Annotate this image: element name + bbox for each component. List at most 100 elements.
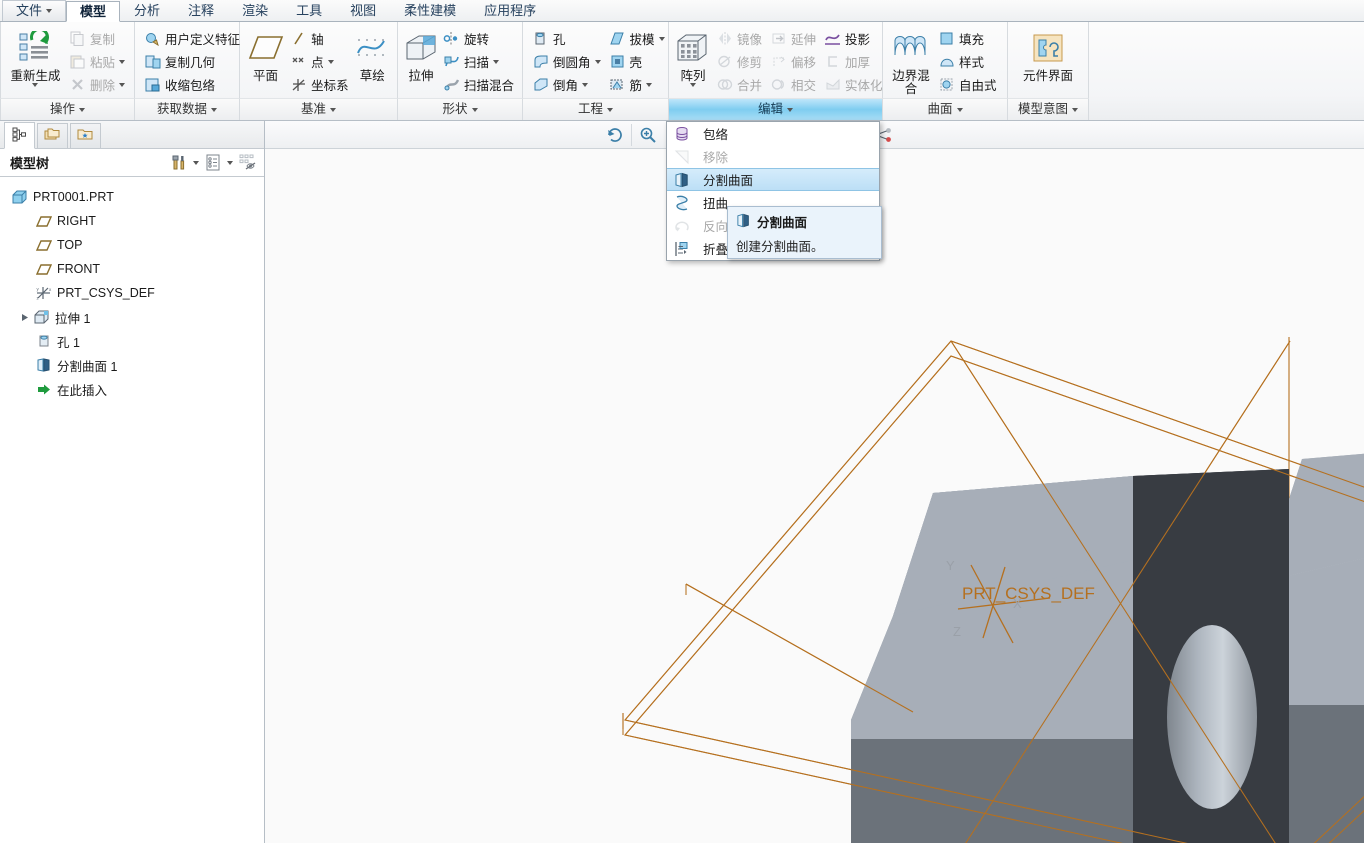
menu-item-remove[interactable]: 移除 <box>667 145 879 168</box>
chevron-down-icon[interactable] <box>690 83 696 87</box>
tools-dropdown-arrow[interactable] <box>190 152 202 174</box>
mirror-button[interactable]: 镜像 <box>712 27 766 50</box>
tree-item-right-plane[interactable]: RIGHT <box>0 209 264 233</box>
thicken-label: 加厚 <box>845 52 870 71</box>
surfaces-small-buttons: 填充 样式 自由式 <box>934 25 1001 96</box>
sweep-button[interactable]: 扫描 <box>439 50 518 73</box>
tab-tools[interactable]: 工具 <box>282 0 336 21</box>
tree-item-insert-here[interactable]: 在此插入 <box>0 377 264 401</box>
hole-button[interactable]: 孔 <box>528 27 605 50</box>
tab-model[interactable]: 模型 <box>66 1 120 22</box>
tab-annotate-label: 注释 <box>188 3 214 18</box>
tab-view[interactable]: 视图 <box>336 0 390 21</box>
group-label-editing[interactable]: 编辑 <box>669 98 883 120</box>
extrude-button[interactable]: 拉伸 <box>403 25 439 97</box>
tab-flexible-modeling[interactable]: 柔性建模 <box>390 0 470 21</box>
datum-point-button[interactable]: 点 <box>286 50 353 73</box>
regenerate-button[interactable]: 重新生成 <box>6 25 65 97</box>
pattern-button[interactable]: 阵列 <box>674 25 712 97</box>
group-label-operations[interactable]: 操作 <box>0 98 135 120</box>
component-interface-button[interactable]: 元件界面 <box>1018 25 1078 97</box>
tree-item-csys[interactable]: yzx PRT_CSYS_DEF <box>0 281 264 305</box>
chevron-down-icon[interactable] <box>646 83 652 87</box>
shell-label: 壳 <box>630 52 643 71</box>
model-tree-tab[interactable] <box>4 122 35 149</box>
revolve-button[interactable]: 旋转 <box>439 27 518 50</box>
style-button[interactable]: 样式 <box>934 50 1001 73</box>
datum-csys-button[interactable]: 坐标系 <box>286 73 353 96</box>
group-label-get-data[interactable]: 获取数据 <box>135 98 240 120</box>
sketch-button[interactable]: 草绘 <box>353 25 392 97</box>
tab-file[interactable]: 文件 <box>2 0 66 21</box>
chevron-down-icon[interactable] <box>595 60 601 64</box>
group-label-shapes[interactable]: 形状 <box>398 98 523 120</box>
group-label-surfaces[interactable]: 曲面 <box>883 98 1008 120</box>
favorites-tab[interactable] <box>70 123 101 148</box>
csys-axis-y-label: Y <box>946 558 955 573</box>
editing-col-1: 镜像 修剪 合并 <box>712 25 766 96</box>
datum-plane-button[interactable]: 平面 <box>245 25 286 97</box>
chevron-down-icon[interactable] <box>328 60 334 64</box>
trim-button[interactable]: 修剪 <box>712 50 766 73</box>
repaint-button[interactable] <box>602 123 628 147</box>
chevron-down-icon[interactable] <box>582 83 588 87</box>
datum-axis-button[interactable]: 轴 <box>286 27 353 50</box>
delete-button[interactable]: 删除 <box>65 73 129 96</box>
group-label-datum[interactable]: 基准 <box>240 98 398 120</box>
datum-axis-label: 轴 <box>311 29 324 48</box>
freestyle-button[interactable]: 自由式 <box>934 73 1001 96</box>
list-dropdown-arrow[interactable] <box>224 152 236 174</box>
solidify-icon <box>824 76 841 93</box>
zoom-in-button[interactable] <box>635 123 661 147</box>
list-settings-icon[interactable] <box>202 152 224 174</box>
boundary-blend-button[interactable]: 边界混合 <box>888 25 934 97</box>
thicken-button[interactable]: 加厚 <box>820 50 887 73</box>
tree-filter-icon[interactable] <box>236 152 258 174</box>
rib-button[interactable]: 筋 <box>605 73 669 96</box>
round-button[interactable]: 倒圆角 <box>528 50 605 73</box>
extend-label: 延伸 <box>791 29 816 48</box>
menu-item-split-surface[interactable]: 分割曲面 <box>667 168 879 191</box>
tab-render[interactable]: 渲染 <box>228 0 282 21</box>
merge-button[interactable]: 合并 <box>712 73 766 96</box>
udf-button[interactable]: 用户定义特征 <box>140 27 244 50</box>
extend-button[interactable]: 延伸 <box>766 27 820 50</box>
datum-point-label: 点 <box>311 52 324 71</box>
group-label-model-intent[interactable]: 模型意图 <box>1008 98 1089 120</box>
shell-icon <box>609 53 626 70</box>
chamfer-button[interactable]: 倒角 <box>528 73 605 96</box>
tree-item-part[interactable]: PRT0001.PRT <box>0 185 264 209</box>
menu-item-wrap[interactable]: 包络 <box>667 122 879 145</box>
tree-item-split-surface-1[interactable]: 分割曲面 1 <box>0 353 264 377</box>
paste-button[interactable]: 粘贴 <box>65 50 129 73</box>
swept-blend-button[interactable]: 扫描混合 <box>439 73 518 96</box>
shell-button[interactable]: 壳 <box>605 50 669 73</box>
solidify-label: 实体化 <box>845 75 883 94</box>
tree-item-front-plane[interactable]: FRONT <box>0 257 264 281</box>
project-button[interactable]: 投影 <box>820 27 887 50</box>
chevron-down-icon[interactable] <box>493 60 499 64</box>
chevron-down-icon[interactable] <box>119 83 125 87</box>
tab-applications[interactable]: 应用程序 <box>470 0 550 21</box>
tree-item-extrude-1[interactable]: 拉伸 1 <box>0 305 264 329</box>
expander-collapsed-icon[interactable] <box>18 313 32 322</box>
draft-button[interactable]: 拔模 <box>605 27 669 50</box>
folder-browser-tab[interactable] <box>37 123 68 148</box>
copy-button[interactable]: 复制 <box>65 27 129 50</box>
shrinkwrap-button[interactable]: 收缩包络 <box>140 73 244 96</box>
chevron-down-icon[interactable] <box>119 60 125 64</box>
chevron-down-icon[interactable] <box>659 37 665 41</box>
copy-geometry-button[interactable]: 复制几何 <box>140 50 244 73</box>
tree-item-hole-1[interactable]: 孔 1 <box>0 329 264 353</box>
fill-button[interactable]: 填充 <box>934 27 1001 50</box>
group-label-engineering[interactable]: 工程 <box>523 98 669 120</box>
tab-annotate[interactable]: 注释 <box>174 0 228 21</box>
left-panel: 模型树 PRT0001.PRT <box>0 121 265 843</box>
offset-button[interactable]: 偏移 <box>766 50 820 73</box>
tools-icon[interactable] <box>168 152 190 174</box>
tab-analysis[interactable]: 分析 <box>120 0 174 21</box>
tree-item-top-plane[interactable]: TOP <box>0 233 264 257</box>
intersect-button[interactable]: 相交 <box>766 73 820 96</box>
solidify-button[interactable]: 实体化 <box>820 73 887 96</box>
chevron-down-icon[interactable] <box>32 83 38 87</box>
